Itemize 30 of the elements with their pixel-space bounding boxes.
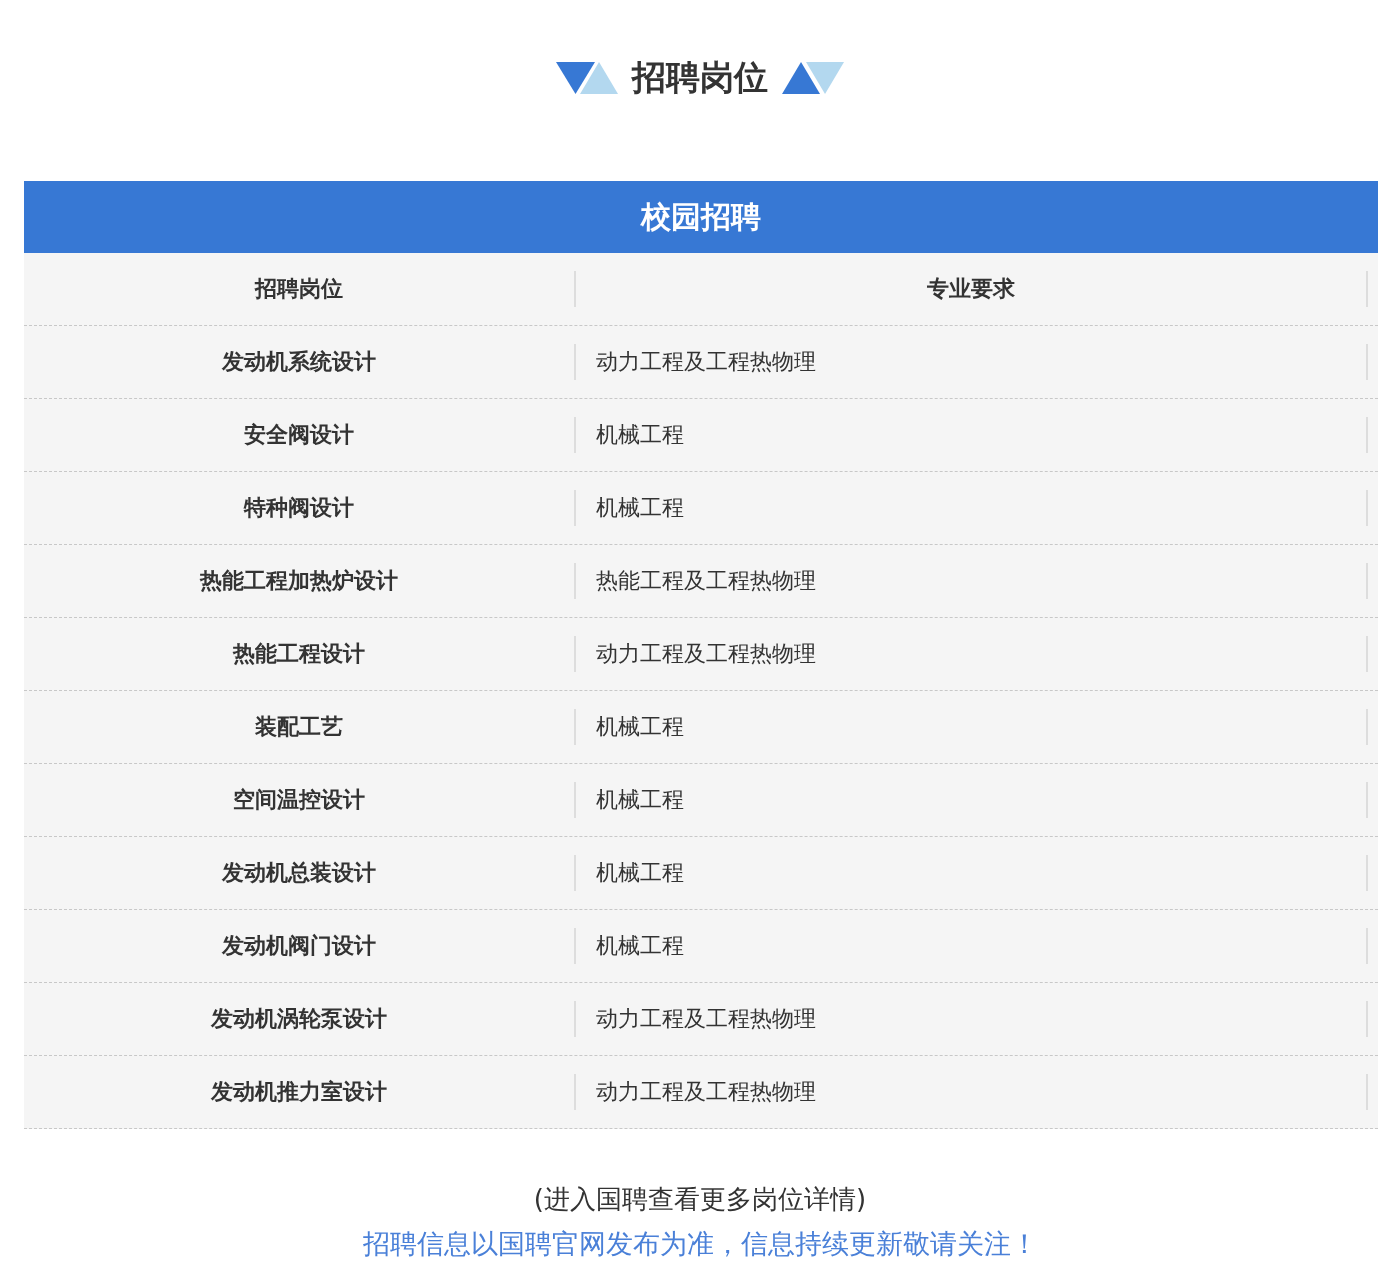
table-cell-text: 机械工程 <box>596 932 684 960</box>
table-cell: 特种阀设计 <box>244 495 354 520</box>
table-cell: 发动机推力室设计 <box>211 1079 387 1104</box>
table-cell-text: 机械工程 <box>596 494 684 522</box>
table-cell: 发动机系统设计 <box>222 349 376 374</box>
table-cell: 空间温控设计 <box>233 787 365 812</box>
footer-notice: 招聘信息以国聘官网发布为准，信息持续更新敬请关注！ <box>361 1227 1039 1261</box>
triangles-icon <box>782 61 844 94</box>
section-title: 招聘岗位 <box>632 55 768 99</box>
table-cell-text: 机械工程 <box>596 859 684 887</box>
table-cell-text: 机械工程 <box>596 421 684 449</box>
table-cell-text: 动力工程及工程热物理 <box>596 640 816 668</box>
table-cell-text: 动力工程及工程热物理 <box>596 1078 816 1106</box>
table-cell-text: 机械工程 <box>596 713 684 741</box>
table-cell: 装配工艺 <box>255 714 343 739</box>
table-cell: 发动机涡轮泵设计 <box>211 1006 387 1031</box>
table-cell: 安全阀设计 <box>244 422 354 447</box>
table-cell-text: 热能工程及工程热物理 <box>596 567 816 595</box>
table-cell: 发动机阀门设计 <box>222 933 376 958</box>
table-title-bar: 校园招聘 <box>24 181 1378 253</box>
table-cell: 热能工程加热炉设计 <box>200 568 398 593</box>
table-cell: 发动机总装设计 <box>222 860 376 885</box>
triangles-icon <box>556 61 618 94</box>
table-cell: 热能工程设计 <box>233 641 365 666</box>
column-header: 专业要求 <box>927 275 1015 303</box>
table-cell-text: 动力工程及工程热物理 <box>596 348 816 376</box>
table-cell-text: 动力工程及工程热物理 <box>596 1005 816 1033</box>
column-header: 招聘岗位 <box>255 276 343 301</box>
footer-note: (进入国聘查看更多岗位详情) <box>532 1183 868 1216</box>
table-cell-text: 机械工程 <box>596 786 684 814</box>
